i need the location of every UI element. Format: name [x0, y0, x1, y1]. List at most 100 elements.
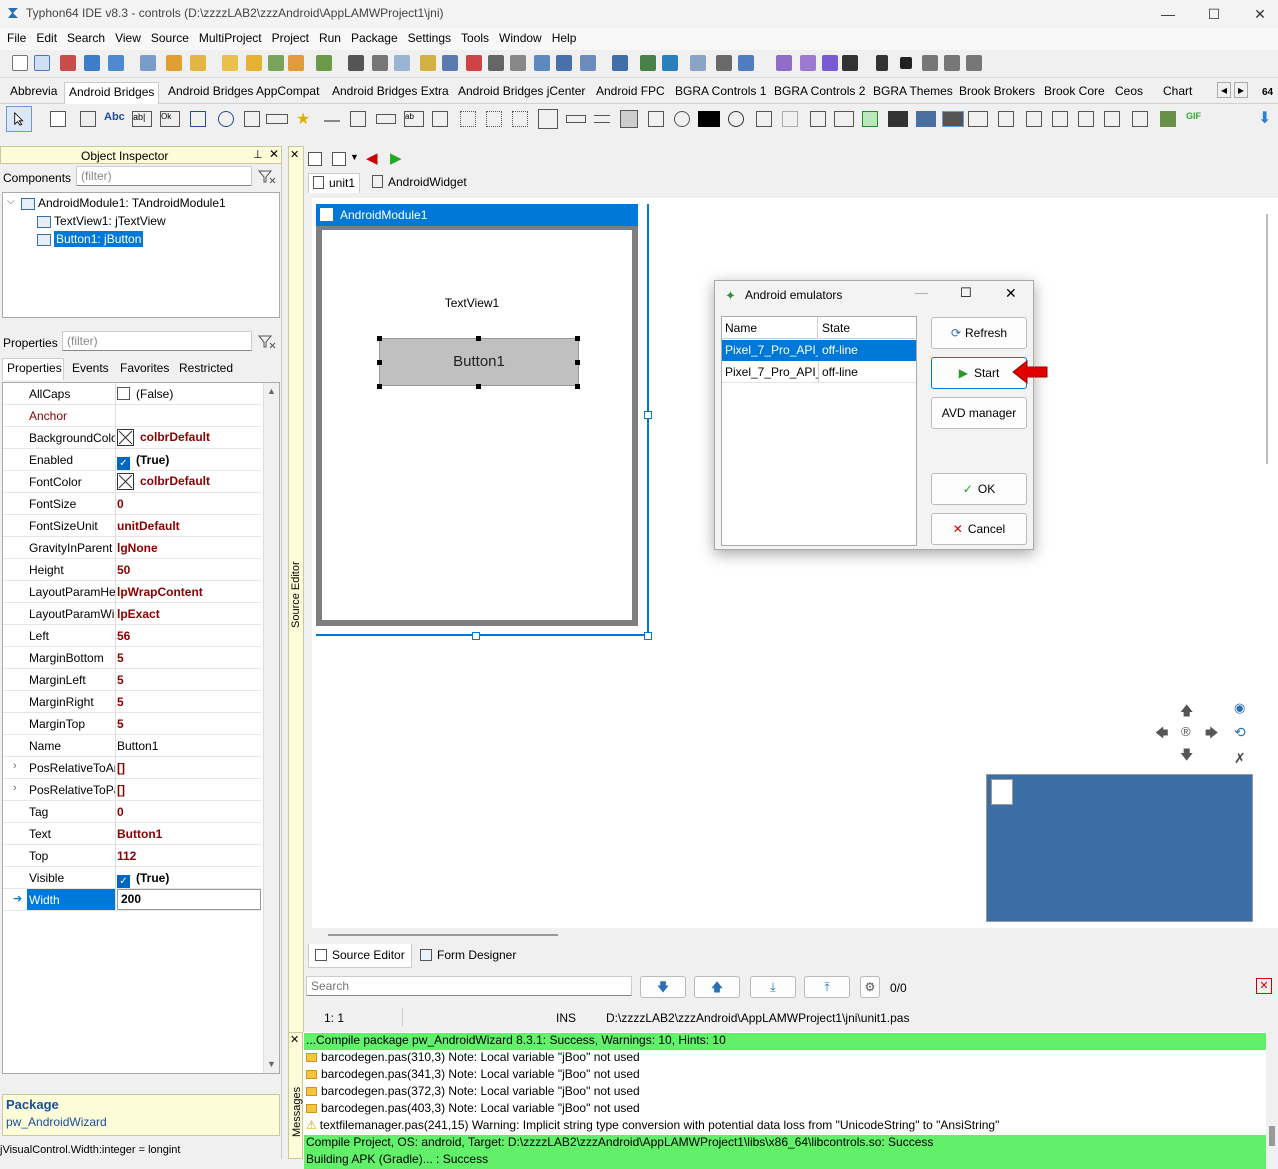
tab-chart[interactable]: Chart: [1163, 84, 1192, 98]
property-row[interactable]: MarginLeft 5: [3, 669, 261, 691]
property-value[interactable]: 5: [117, 717, 261, 731]
clear-props-filter-icon[interactable]: [258, 335, 276, 349]
step-into-icon[interactable]: [922, 55, 938, 71]
menu-settings[interactable]: Settings: [403, 28, 456, 45]
find-icon[interactable]: [140, 55, 156, 71]
run-icon[interactable]: [268, 55, 284, 71]
checkbox[interactable]: ✓: [117, 875, 130, 888]
jradiogroup-icon[interactable]: [244, 111, 260, 127]
android-module-form[interactable]: AndroidModule1 TextView1 Button1: [316, 204, 638, 626]
jautotext-icon[interactable]: ab: [404, 111, 424, 127]
stop-icon[interactable]: [900, 57, 912, 69]
property-value[interactable]: 5: [117, 673, 261, 687]
property-row[interactable]: LayoutParamHeightlpWrapContent: [3, 581, 261, 603]
message-line[interactable]: barcodegen.pas(372,3) Note: Local variab…: [304, 1084, 1266, 1101]
property-value[interactable]: 112: [117, 849, 261, 863]
property-row[interactable]: GravityInParent lgNone: [3, 537, 261, 559]
monitor-icon[interactable]: [738, 55, 754, 71]
jcanvas-icon[interactable]: [1078, 111, 1094, 127]
tab-android-bridges-extra[interactable]: Android Bridges Extra: [332, 84, 449, 98]
scroll-down-icon[interactable]: ⬇: [1258, 108, 1274, 127]
color-swatch-icon[interactable]: [117, 429, 134, 446]
jwebview-icon[interactable]: [1052, 111, 1068, 127]
resize-handle[interactable]: [575, 384, 580, 389]
file-menu-icon[interactable]: [332, 152, 346, 166]
maximize-button[interactable]: ☐: [1202, 4, 1226, 24]
menu-tools[interactable]: Tools: [456, 28, 494, 45]
property-row[interactable]: › PosRelativeToParent[]: [3, 779, 261, 801]
resize-handle[interactable]: [476, 336, 481, 341]
property-value[interactable]: 5: [117, 651, 261, 665]
form-body[interactable]: TextView1 Button1: [322, 230, 632, 620]
network-icon[interactable]: [612, 55, 628, 71]
jimagelist-icon[interactable]: [1160, 111, 1176, 127]
close-messages-icon[interactable]: ✕: [290, 1033, 299, 1046]
jratingbar-icon[interactable]: ★: [296, 109, 312, 128]
jtoggle-icon[interactable]: [376, 114, 396, 124]
tab-events[interactable]: Events: [72, 361, 109, 375]
jlayout-icon[interactable]: [648, 111, 664, 127]
button1[interactable]: Button1: [379, 338, 579, 386]
property-row[interactable]: › PosRelativeToAnchor[]: [3, 757, 261, 779]
align-icon[interactable]: [556, 55, 572, 71]
jcalendar-icon[interactable]: [1132, 111, 1148, 127]
tools-icon[interactable]: ✗: [1234, 750, 1246, 767]
property-row[interactable]: Left 56: [3, 625, 261, 647]
property-value[interactable]: Button1: [117, 739, 261, 753]
jmodule-icon[interactable]: [50, 111, 66, 127]
jgridview-icon[interactable]: [460, 111, 476, 127]
jframe-icon[interactable]: [810, 111, 826, 127]
tree-item-androidmodule1[interactable]: AndroidModule1: TAndroidModule1: [21, 196, 226, 210]
delete-icon[interactable]: [466, 55, 482, 71]
sync-icon[interactable]: ⟲: [1234, 724, 1246, 741]
avd-manager-button[interactable]: AVD manager: [931, 397, 1027, 429]
property-value[interactable]: colbrDefault: [117, 473, 261, 490]
jscreen-icon[interactable]: [942, 111, 964, 127]
run-fast-icon[interactable]: [822, 55, 838, 71]
jsurface-icon[interactable]: [1026, 111, 1042, 127]
close-editor-icon[interactable]: ✕: [290, 148, 299, 161]
jcheckbox-icon[interactable]: [190, 111, 206, 127]
jokpanel-icon[interactable]: [968, 111, 988, 127]
property-value[interactable]: 0: [117, 497, 261, 511]
dropdown-icon[interactable]: ▼: [350, 152, 359, 162]
property-value[interactable]: ✓ (True): [117, 453, 261, 470]
save-all-icon[interactable]: [348, 55, 364, 71]
tab-android-bridges[interactable]: Android Bridges: [64, 82, 160, 104]
jedittext-icon[interactable]: ab|: [132, 111, 152, 127]
property-value[interactable]: ✓ (True): [117, 871, 261, 888]
resize-handle[interactable]: [575, 336, 580, 341]
property-row[interactable]: Name Button1: [3, 735, 261, 757]
message-line[interactable]: ...Compile package pw_AndroidWizard 8.3.…: [304, 1033, 1266, 1050]
menu-edit[interactable]: Edit: [31, 28, 62, 45]
form-resize-handle[interactable]: [644, 411, 652, 419]
message-line[interactable]: Compile Project, OS: android, Target: D:…: [304, 1135, 1266, 1152]
ok-button[interactable]: ✓ OK: [931, 473, 1027, 505]
window-icon[interactable]: [488, 55, 504, 71]
search-input[interactable]: [306, 976, 632, 996]
jdigital-icon[interactable]: [698, 111, 720, 127]
jtabbar-icon[interactable]: [566, 115, 586, 123]
emulator-row[interactable]: Pixel_7_Pro_API_3 off-line: [722, 362, 916, 383]
jspinner-icon[interactable]: [350, 111, 366, 127]
tab-source-editor[interactable]: Source Editor: [308, 944, 412, 968]
property-scrollbar[interactable]: ▲ ▼: [263, 383, 279, 1073]
layers-icon[interactable]: [580, 55, 596, 71]
messages-side-label[interactable]: Messages: [291, 1081, 303, 1137]
run-dropdown-icon[interactable]: [842, 55, 858, 71]
property-row[interactable]: FontColor colbrDefault: [3, 471, 261, 493]
jprogressbar-icon[interactable]: [266, 114, 288, 124]
dialog-minimize-button[interactable]: —: [915, 285, 928, 300]
menu-run[interactable]: Run: [314, 28, 346, 45]
jimageview-icon[interactable]: [432, 111, 448, 127]
property-row[interactable]: Enabled ✓ (True): [3, 449, 261, 471]
property-value[interactable]: 56: [117, 629, 261, 643]
step-over-icon[interactable]: [944, 55, 960, 71]
deploy-icon[interactable]: [316, 55, 332, 71]
property-row[interactable]: FontSizeUnit unitDefault: [3, 515, 261, 537]
jwindow-icon[interactable]: [998, 111, 1014, 127]
find-prev-button[interactable]: 🡅: [694, 976, 740, 998]
menu-view[interactable]: View: [110, 28, 146, 45]
resize-handle[interactable]: [377, 336, 382, 341]
property-value[interactable]: lpWrapContent: [117, 585, 261, 599]
